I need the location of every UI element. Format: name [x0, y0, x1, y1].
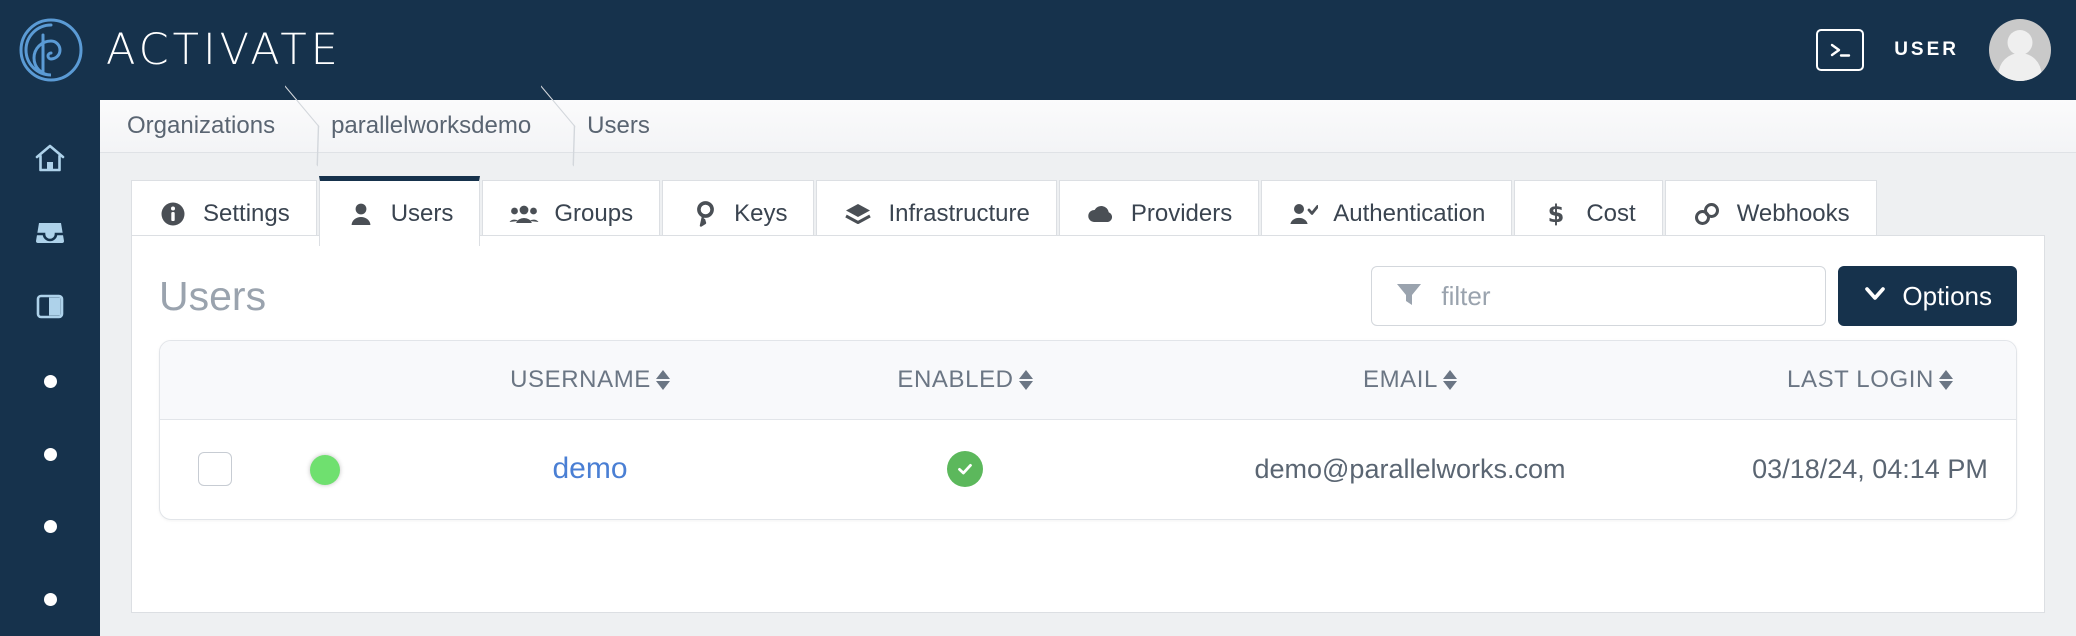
options-button[interactable]: Options	[1838, 266, 2017, 326]
sidebar-item-inbox[interactable]	[0, 198, 100, 272]
sidebar-item-panel[interactable]	[0, 271, 100, 345]
th-last-login[interactable]: LAST LOGIN	[1690, 341, 2016, 420]
sort-icon[interactable]	[655, 369, 670, 390]
tabs-container: Settings Users Groups Keys Infrastructur…	[100, 153, 2076, 246]
dot-icon	[43, 520, 57, 534]
th-username-label: USERNAME	[510, 365, 651, 393]
row-checkbox[interactable]	[198, 452, 232, 487]
tab-providers-label: Providers	[1130, 199, 1233, 227]
key-icon	[689, 199, 719, 229]
table-row: demo demo@parallelworks.com 03/18/24, 04…	[160, 419, 2016, 519]
cloud-icon	[1086, 199, 1116, 229]
sort-icon[interactable]	[1018, 369, 1033, 390]
dot-icon	[43, 593, 57, 607]
th-enabled[interactable]: ENABLED	[800, 341, 1130, 420]
avatar-body	[1998, 53, 2042, 81]
sidebar-item-dot-4[interactable]	[0, 563, 100, 636]
green-status-dot-icon	[310, 455, 340, 486]
avatar[interactable]	[1989, 19, 2051, 81]
brand-logo-area[interactable]: ACTIVATE	[0, 17, 342, 83]
th-select	[160, 341, 270, 420]
tab-settings-label: Settings	[203, 199, 290, 227]
main-content-area: Organizations parallelworksdemo Users Se…	[100, 100, 2076, 636]
th-username[interactable]: USERNAME	[380, 341, 800, 420]
sort-icon[interactable]	[1443, 369, 1458, 390]
inbox-icon	[33, 215, 67, 254]
spiral-fingerprint-logo-icon	[18, 17, 84, 83]
panel-actions: Options	[1371, 266, 2017, 326]
filter-input[interactable]	[1441, 280, 1804, 312]
left-sidebar	[0, 100, 100, 636]
users-panel: Users Options	[131, 235, 2045, 613]
panel-header: Users Options	[132, 236, 2044, 332]
avatar-head	[2007, 30, 2033, 55]
svg-text:$: $	[1548, 201, 1565, 227]
dollar-sign-icon: $	[1541, 199, 1571, 229]
sidebar-item-dot-3[interactable]	[0, 491, 100, 564]
header-right-controls: USER	[1816, 19, 2076, 81]
sidebar-item-dot-2[interactable]	[0, 418, 100, 491]
sort-icon[interactable]	[1938, 369, 1953, 390]
cell-enabled	[800, 419, 1130, 519]
tab-cost-label: Cost	[1586, 199, 1636, 227]
filter-funnel-icon	[1394, 279, 1424, 314]
breadcrumb: Organizations parallelworksdemo Users	[100, 100, 2076, 153]
breadcrumb-chevron-icon	[275, 100, 331, 153]
cell-username: demo	[380, 419, 800, 519]
page-title: Users	[159, 272, 267, 319]
tab-webhooks-label: Webhooks	[1736, 199, 1850, 227]
users-group-icon	[509, 199, 539, 229]
cell-last-login: 03/18/24, 04:14 PM	[1752, 453, 1988, 484]
tab-authentication-label: Authentication	[1333, 199, 1486, 227]
breadcrumb-item-organizations[interactable]: Organizations	[127, 112, 275, 140]
cell-status	[270, 419, 380, 519]
tab-groups-label: Groups	[554, 199, 634, 227]
green-check-circle-icon	[947, 451, 983, 488]
link-chain-icon	[1692, 199, 1722, 229]
tab-keys-label: Keys	[734, 199, 788, 227]
th-email[interactable]: EMAIL	[1130, 341, 1690, 420]
th-enabled-label: ENABLED	[897, 365, 1014, 393]
cell-email: demo@parallelworks.com	[1254, 453, 1566, 484]
tab-users[interactable]: Users	[318, 176, 481, 246]
th-last-login-label: LAST LOGIN	[1787, 365, 1934, 393]
tab-users-label: Users	[390, 199, 454, 227]
user-label: USER	[1894, 39, 1959, 60]
sidebar-item-home[interactable]	[0, 124, 100, 198]
top-header-bar: ACTIVATE USER	[0, 0, 2076, 100]
info-circle-icon	[158, 199, 188, 229]
tab-infrastructure-label: Infrastructure	[888, 199, 1030, 227]
users-table-card: USERNAME ENABLED EMAIL LAST LOGIN demo d…	[159, 340, 2017, 520]
terminal-icon[interactable]	[1816, 29, 1865, 71]
dot-icon	[43, 447, 57, 461]
username-link[interactable]: demo	[552, 452, 627, 485]
table-header-row: USERNAME ENABLED EMAIL LAST LOGIN	[160, 341, 2016, 420]
home-icon	[33, 141, 67, 180]
table-body: demo demo@parallelworks.com 03/18/24, 04…	[160, 419, 2016, 519]
th-email-label: EMAIL	[1362, 365, 1439, 393]
panel-layout-icon	[33, 289, 67, 328]
user-icon	[346, 199, 376, 229]
dot-icon	[43, 374, 57, 388]
breadcrumb-item-users[interactable]: Users	[587, 112, 650, 140]
cell-select	[160, 419, 270, 519]
sidebar-item-dot-1[interactable]	[0, 345, 100, 418]
users-table: USERNAME ENABLED EMAIL LAST LOGIN demo d…	[160, 341, 2016, 519]
table-header: USERNAME ENABLED EMAIL LAST LOGIN	[160, 341, 2016, 420]
filter-box[interactable]	[1371, 266, 1827, 326]
options-button-label: Options	[1902, 280, 1992, 311]
layers-icon	[843, 199, 873, 229]
breadcrumb-item-parallelworksdemo[interactable]: parallelworksdemo	[331, 112, 531, 140]
user-check-icon	[1288, 199, 1319, 229]
chevron-down-icon	[1863, 281, 1887, 312]
breadcrumb-chevron-icon	[531, 100, 587, 153]
brand-name: ACTIVATE	[106, 25, 342, 75]
th-status	[270, 341, 380, 420]
